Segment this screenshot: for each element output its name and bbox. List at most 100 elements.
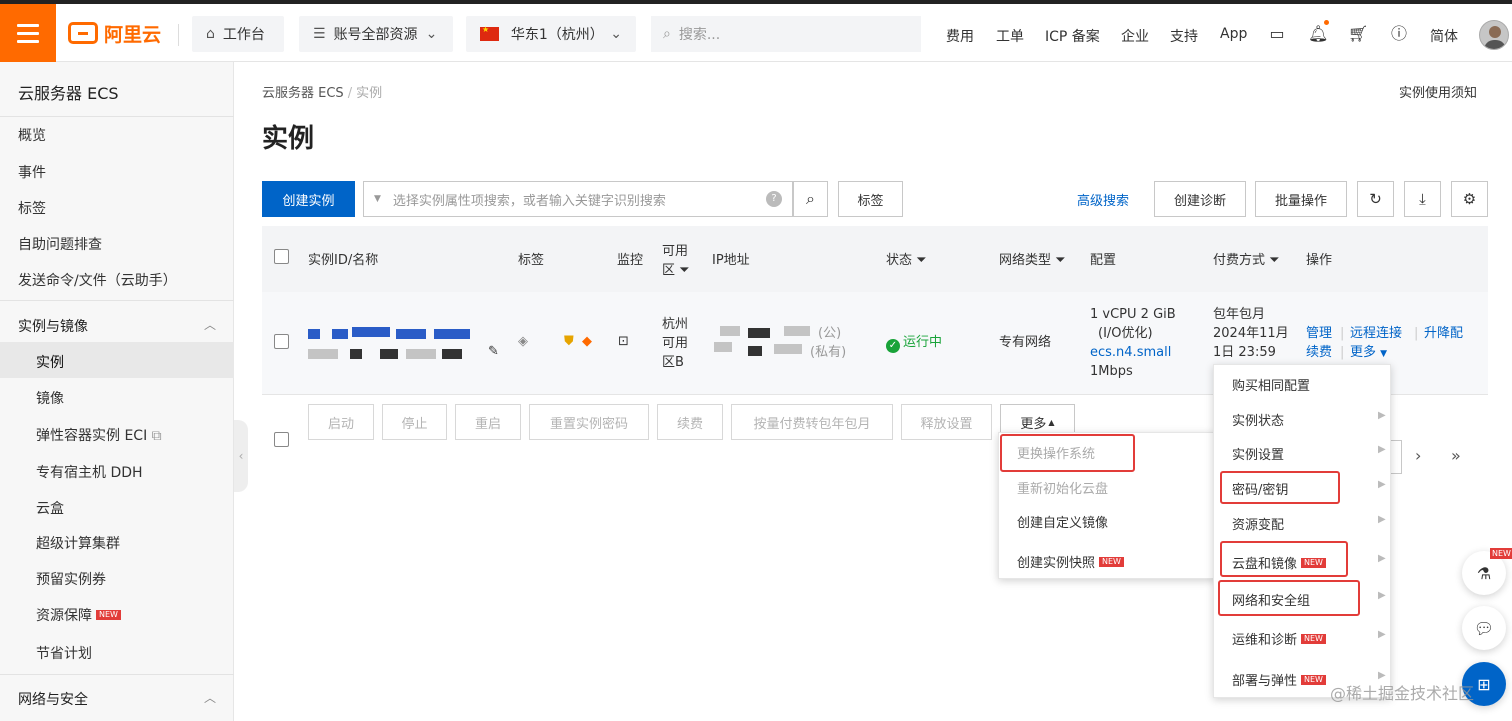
menu-item-deploy-elastic[interactable]: 部署与弹性 NEW [1232,670,1326,689]
cart-icon[interactable]: 🛒︎ [1348,24,1368,44]
tags-button[interactable]: 标签 [838,181,903,217]
config-value: 1 vCPU 2 GiB (I/O优化) ecs.n4.small 1Mbps [1090,307,1176,379]
security-shield-icon[interactable]: ⛊ [564,332,574,351]
menu-item-reinit-disk[interactable]: 重新初始化云盘 [1017,478,1108,497]
menu-item-create-snapshot[interactable]: 创建实例快照 NEW [1017,552,1124,571]
sidebar-item-instances[interactable]: 实例 [36,352,64,372]
sidebar-item-send-command[interactable]: 发送命令/文件（云助手） [18,270,177,290]
sidebar-item-tags[interactable]: 标签 [18,198,46,218]
menu-item-buy-same[interactable]: 购买相同配置 [1232,375,1310,394]
top-bar: 阿里云 ⌂ 工作台 ☰ 账号全部资源 ⌄ 华东1（杭州） ⌄ ⌕ 搜索... 费… [0,0,1512,62]
col-status: 状态 ⏷ [886,253,927,268]
sidebar-item-reserved[interactable]: 预留实例券 [36,569,106,589]
next-page-icon[interactable]: › [1415,446,1421,465]
renew-link[interactable]: 续费 [1306,343,1332,362]
aliyun-logo[interactable]: 阿里云 [68,20,161,46]
edit-icon[interactable]: ✎ [488,342,499,361]
instance-search-input[interactable]: ▼ 选择实例属性项搜索，或者输入关键字识别搜索 ? [363,181,793,217]
instance-id-redacted[interactable] [308,329,320,339]
filter-icon[interactable]: ⏷ [1269,253,1279,268]
notice-link[interactable]: 实例使用须知 [1399,82,1477,101]
select-all-checkbox[interactable] [274,249,289,264]
layers-icon[interactable]: ◆ [582,332,592,351]
release-settings-button[interactable]: 释放设置 [901,404,992,440]
remote-connect-link[interactable]: 远程连接 [1350,324,1402,343]
menu-item-create-image[interactable]: 创建自定义镜像 [1017,512,1108,531]
renew-button[interactable]: 续费 [657,404,723,440]
instance-type-link[interactable]: ecs.n4.small [1090,345,1171,360]
sidebar-item-assurance[interactable]: 资源保障 NEW [36,605,121,625]
sidebar-item-overview[interactable]: 概览 [18,125,46,145]
col-ops: 操作 [1306,253,1333,268]
manage-link[interactable]: 管理 [1306,324,1332,343]
menu-item-instance-settings[interactable]: 实例设置 [1232,444,1284,463]
sidebar-group-network[interactable]: 网络与安全 [18,689,88,709]
sidebar-item-events[interactable]: 事件 [18,162,46,182]
bottom-select-all-checkbox[interactable] [274,432,289,447]
sidebar-item-images[interactable]: 镜像 [36,388,64,408]
terminal-icon[interactable]: ▭ [1267,24,1287,44]
caret-down-icon[interactable]: ▼ [374,194,381,204]
sidebar-group-instances[interactable]: 实例与镜像 [18,316,88,336]
help-icon[interactable]: ⓘ [1389,24,1409,44]
nav-support[interactable]: 支持 [1170,26,1198,46]
workbench-button[interactable]: ⌂ 工作台 [192,16,284,52]
bell-icon[interactable]: 🔔︎ [1308,24,1328,44]
sidebar-item-scc[interactable]: 超级计算集群 [36,533,120,553]
last-page-icon[interactable]: » [1451,446,1461,465]
sidebar-item-savings[interactable]: 节省计划 [36,643,92,663]
global-search-input[interactable]: ⌕ 搜索... [651,16,921,52]
create-diagnosis-button[interactable]: 创建诊断 [1154,181,1246,217]
resource-selector[interactable]: ☰ 账号全部资源 ⌄ [299,16,453,52]
restart-button[interactable]: 重启 [455,404,521,440]
nav-enterprise[interactable]: 企业 [1121,26,1149,46]
filter-icon[interactable]: ⏷ [1055,253,1065,268]
chevron-down-icon: ⌄ [610,26,622,42]
new-badge: NEW [1301,634,1326,644]
download-button[interactable]: ⤓ [1404,181,1441,217]
nav-fees[interactable]: 费用 [946,26,974,46]
breadcrumb-root[interactable]: 云服务器 ECS [262,86,344,101]
nav-app[interactable]: App [1220,26,1247,42]
avatar[interactable] [1479,20,1509,50]
chevron-up-icon[interactable]: ︿ [204,689,216,706]
more-ops-link[interactable]: 更多 ▼ [1350,343,1387,364]
menu-icon[interactable] [0,4,56,62]
sidebar-collapse-handle[interactable]: ‹ [234,420,248,492]
create-instance-button[interactable]: 创建实例 [262,181,355,217]
menu-item-ops-diagnosis[interactable]: 运维和诊断 NEW [1232,629,1326,648]
monitor-chart-icon[interactable]: ⊡ [618,332,629,351]
row-checkbox[interactable] [274,334,289,349]
convert-billing-button[interactable]: 按量付费转包年包月 [731,404,893,440]
sidebar-item-ddh[interactable]: 专有宿主机 DDH [36,462,143,482]
highlight-box [1218,580,1360,616]
tag-icon[interactable]: ◈ [518,332,528,351]
stop-button[interactable]: 停止 [382,404,447,440]
language-selector[interactable]: 简体 [1430,26,1458,46]
chevron-up-icon[interactable]: ︿ [204,316,216,333]
refresh-button[interactable]: ↻ [1357,181,1394,217]
sidebar-item-cloudbox[interactable]: 云盒 [36,498,64,518]
col-network: 网络类型 ⏷ [999,253,1066,268]
filter-icon[interactable]: ⏷ [679,263,689,278]
start-button[interactable]: 启动 [308,404,374,440]
menu-item-resize[interactable]: 资源变配 [1232,514,1284,533]
advanced-search-link[interactable]: 高级搜索 [1077,190,1129,209]
nav-icp[interactable]: ICP 备案 [1045,26,1100,46]
nav-tickets[interactable]: 工单 [996,26,1024,46]
region-selector[interactable]: 华东1（杭州） ⌄ [466,16,636,52]
chevron-right-icon: ▶ [1378,444,1386,455]
batch-ops-button[interactable]: 批量操作 [1255,181,1347,217]
search-button[interactable]: ⌕ [793,181,828,217]
new-badge: NEW [1301,675,1326,685]
upgrade-link[interactable]: 升降配 [1424,324,1463,343]
menu-item-instance-status[interactable]: 实例状态 [1232,410,1284,429]
reset-password-button[interactable]: 重置实例密码 [529,404,649,440]
resources-icon: ☰ [313,26,326,42]
filter-icon[interactable]: ⏷ [916,253,926,268]
settings-button[interactable]: ⚙ [1451,181,1488,217]
chat-button[interactable]: 💬︎ [1462,606,1506,650]
sidebar-item-eci[interactable]: 弹性容器实例 ECI ⧉ [36,425,162,445]
help-icon[interactable]: ? [766,191,782,207]
sidebar-item-troubleshoot[interactable]: 自助问题排查 [18,234,102,254]
